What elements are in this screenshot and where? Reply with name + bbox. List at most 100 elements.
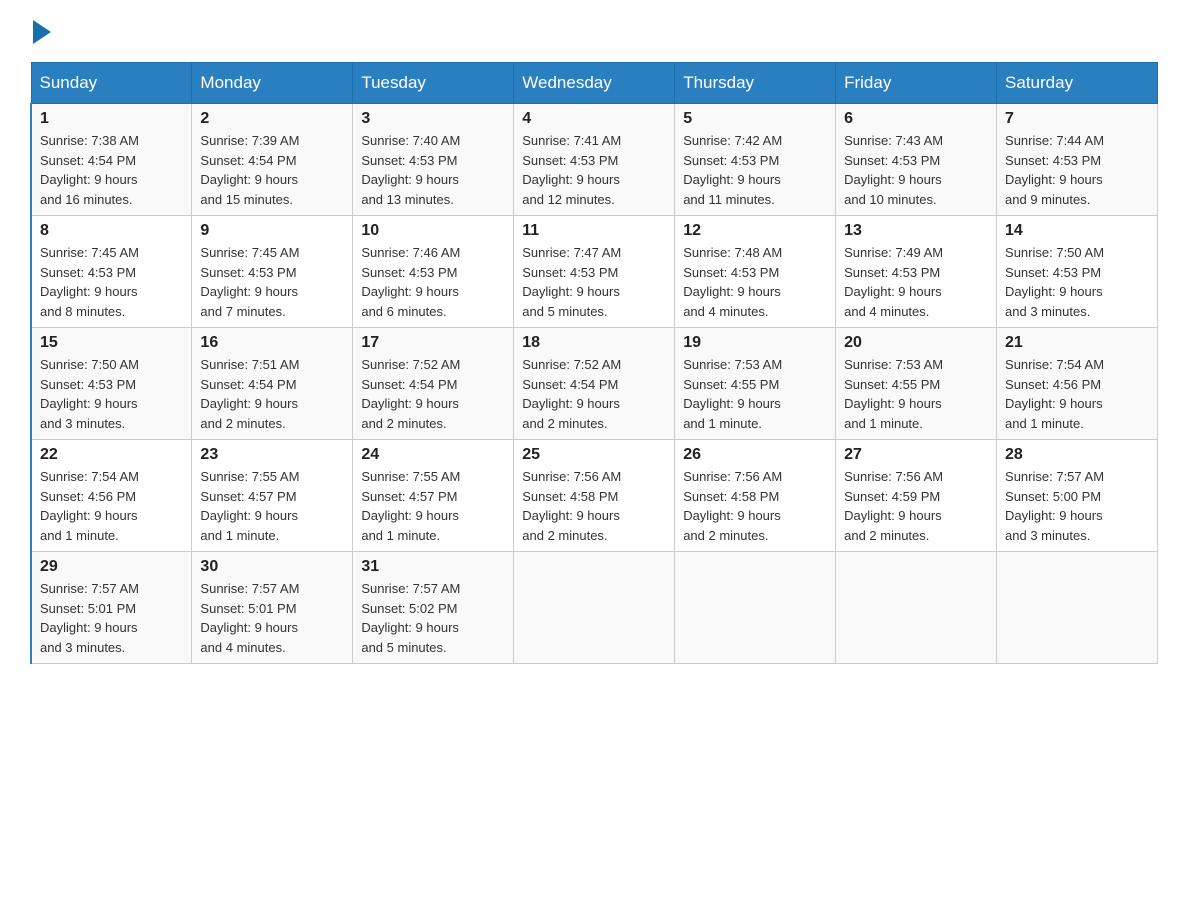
- day-number: 26: [683, 446, 827, 464]
- day-number: 22: [40, 446, 183, 464]
- day-number: 3: [361, 110, 505, 128]
- day-number: 20: [844, 334, 988, 352]
- calendar-cell: 9 Sunrise: 7:45 AM Sunset: 4:53 PM Dayli…: [192, 216, 353, 328]
- day-info: Sunrise: 7:57 AM Sunset: 5:02 PM Dayligh…: [361, 579, 505, 657]
- calendar-cell: 30 Sunrise: 7:57 AM Sunset: 5:01 PM Dayl…: [192, 552, 353, 664]
- weekday-header-thursday: Thursday: [675, 63, 836, 104]
- calendar-cell: 23 Sunrise: 7:55 AM Sunset: 4:57 PM Dayl…: [192, 440, 353, 552]
- calendar-week-row: 8 Sunrise: 7:45 AM Sunset: 4:53 PM Dayli…: [31, 216, 1158, 328]
- calendar-cell: 13 Sunrise: 7:49 AM Sunset: 4:53 PM Dayl…: [836, 216, 997, 328]
- day-number: 4: [522, 110, 666, 128]
- day-info: Sunrise: 7:50 AM Sunset: 4:53 PM Dayligh…: [1005, 243, 1149, 321]
- day-number: 10: [361, 222, 505, 240]
- day-number: 7: [1005, 110, 1149, 128]
- calendar-cell: 28 Sunrise: 7:57 AM Sunset: 5:00 PM Dayl…: [997, 440, 1158, 552]
- calendar-cell: 25 Sunrise: 7:56 AM Sunset: 4:58 PM Dayl…: [514, 440, 675, 552]
- logo-arrow-icon: [33, 20, 51, 44]
- day-number: 2: [200, 110, 344, 128]
- calendar-cell: [514, 552, 675, 664]
- day-info: Sunrise: 7:55 AM Sunset: 4:57 PM Dayligh…: [200, 467, 344, 545]
- day-number: 28: [1005, 446, 1149, 464]
- calendar-cell: 22 Sunrise: 7:54 AM Sunset: 4:56 PM Dayl…: [31, 440, 192, 552]
- day-info: Sunrise: 7:40 AM Sunset: 4:53 PM Dayligh…: [361, 131, 505, 209]
- day-info: Sunrise: 7:57 AM Sunset: 5:01 PM Dayligh…: [200, 579, 344, 657]
- calendar-header: SundayMondayTuesdayWednesdayThursdayFrid…: [31, 63, 1158, 104]
- day-number: 8: [40, 222, 183, 240]
- day-number: 15: [40, 334, 183, 352]
- day-number: 13: [844, 222, 988, 240]
- day-number: 12: [683, 222, 827, 240]
- day-number: 23: [200, 446, 344, 464]
- day-number: 29: [40, 558, 183, 576]
- day-info: Sunrise: 7:53 AM Sunset: 4:55 PM Dayligh…: [683, 355, 827, 433]
- day-number: 11: [522, 222, 666, 240]
- calendar-cell: 18 Sunrise: 7:52 AM Sunset: 4:54 PM Dayl…: [514, 328, 675, 440]
- weekday-header-friday: Friday: [836, 63, 997, 104]
- day-number: 17: [361, 334, 505, 352]
- calendar-cell: 20 Sunrise: 7:53 AM Sunset: 4:55 PM Dayl…: [836, 328, 997, 440]
- day-info: Sunrise: 7:55 AM Sunset: 4:57 PM Dayligh…: [361, 467, 505, 545]
- day-info: Sunrise: 7:42 AM Sunset: 4:53 PM Dayligh…: [683, 131, 827, 209]
- day-info: Sunrise: 7:56 AM Sunset: 4:59 PM Dayligh…: [844, 467, 988, 545]
- day-number: 9: [200, 222, 344, 240]
- day-info: Sunrise: 7:50 AM Sunset: 4:53 PM Dayligh…: [40, 355, 183, 433]
- day-info: Sunrise: 7:39 AM Sunset: 4:54 PM Dayligh…: [200, 131, 344, 209]
- day-info: Sunrise: 7:53 AM Sunset: 4:55 PM Dayligh…: [844, 355, 988, 433]
- day-number: 16: [200, 334, 344, 352]
- day-number: 19: [683, 334, 827, 352]
- day-info: Sunrise: 7:44 AM Sunset: 4:53 PM Dayligh…: [1005, 131, 1149, 209]
- calendar-week-row: 15 Sunrise: 7:50 AM Sunset: 4:53 PM Dayl…: [31, 328, 1158, 440]
- calendar-cell: 6 Sunrise: 7:43 AM Sunset: 4:53 PM Dayli…: [836, 104, 997, 216]
- calendar-week-row: 22 Sunrise: 7:54 AM Sunset: 4:56 PM Dayl…: [31, 440, 1158, 552]
- day-info: Sunrise: 7:57 AM Sunset: 5:01 PM Dayligh…: [40, 579, 183, 657]
- calendar-cell: 16 Sunrise: 7:51 AM Sunset: 4:54 PM Dayl…: [192, 328, 353, 440]
- calendar-cell: 15 Sunrise: 7:50 AM Sunset: 4:53 PM Dayl…: [31, 328, 192, 440]
- calendar-cell: 8 Sunrise: 7:45 AM Sunset: 4:53 PM Dayli…: [31, 216, 192, 328]
- weekday-header-saturday: Saturday: [997, 63, 1158, 104]
- day-number: 14: [1005, 222, 1149, 240]
- day-number: 21: [1005, 334, 1149, 352]
- page-header: [30, 20, 1158, 42]
- calendar-cell: 10 Sunrise: 7:46 AM Sunset: 4:53 PM Dayl…: [353, 216, 514, 328]
- calendar-cell: 12 Sunrise: 7:48 AM Sunset: 4:53 PM Dayl…: [675, 216, 836, 328]
- day-info: Sunrise: 7:46 AM Sunset: 4:53 PM Dayligh…: [361, 243, 505, 321]
- calendar-cell: 24 Sunrise: 7:55 AM Sunset: 4:57 PM Dayl…: [353, 440, 514, 552]
- calendar-cell: 1 Sunrise: 7:38 AM Sunset: 4:54 PM Dayli…: [31, 104, 192, 216]
- calendar-cell: 2 Sunrise: 7:39 AM Sunset: 4:54 PM Dayli…: [192, 104, 353, 216]
- day-number: 30: [200, 558, 344, 576]
- day-info: Sunrise: 7:43 AM Sunset: 4:53 PM Dayligh…: [844, 131, 988, 209]
- day-info: Sunrise: 7:56 AM Sunset: 4:58 PM Dayligh…: [522, 467, 666, 545]
- calendar-cell: 31 Sunrise: 7:57 AM Sunset: 5:02 PM Dayl…: [353, 552, 514, 664]
- calendar-cell: 7 Sunrise: 7:44 AM Sunset: 4:53 PM Dayli…: [997, 104, 1158, 216]
- day-number: 24: [361, 446, 505, 464]
- calendar-cell: 29 Sunrise: 7:57 AM Sunset: 5:01 PM Dayl…: [31, 552, 192, 664]
- day-info: Sunrise: 7:45 AM Sunset: 4:53 PM Dayligh…: [200, 243, 344, 321]
- day-info: Sunrise: 7:54 AM Sunset: 4:56 PM Dayligh…: [40, 467, 183, 545]
- day-number: 27: [844, 446, 988, 464]
- day-info: Sunrise: 7:45 AM Sunset: 4:53 PM Dayligh…: [40, 243, 183, 321]
- day-number: 1: [40, 110, 183, 128]
- calendar-cell: 14 Sunrise: 7:50 AM Sunset: 4:53 PM Dayl…: [997, 216, 1158, 328]
- weekday-header-wednesday: Wednesday: [514, 63, 675, 104]
- day-info: Sunrise: 7:56 AM Sunset: 4:58 PM Dayligh…: [683, 467, 827, 545]
- logo: [30, 20, 51, 42]
- day-info: Sunrise: 7:52 AM Sunset: 4:54 PM Dayligh…: [361, 355, 505, 433]
- day-info: Sunrise: 7:52 AM Sunset: 4:54 PM Dayligh…: [522, 355, 666, 433]
- calendar-cell: 5 Sunrise: 7:42 AM Sunset: 4:53 PM Dayli…: [675, 104, 836, 216]
- day-number: 6: [844, 110, 988, 128]
- calendar-cell: 21 Sunrise: 7:54 AM Sunset: 4:56 PM Dayl…: [997, 328, 1158, 440]
- calendar-cell: [836, 552, 997, 664]
- day-number: 5: [683, 110, 827, 128]
- day-number: 18: [522, 334, 666, 352]
- day-info: Sunrise: 7:47 AM Sunset: 4:53 PM Dayligh…: [522, 243, 666, 321]
- day-info: Sunrise: 7:38 AM Sunset: 4:54 PM Dayligh…: [40, 131, 183, 209]
- calendar-table: SundayMondayTuesdayWednesdayThursdayFrid…: [30, 62, 1158, 664]
- calendar-cell: [675, 552, 836, 664]
- calendar-cell: 27 Sunrise: 7:56 AM Sunset: 4:59 PM Dayl…: [836, 440, 997, 552]
- calendar-week-row: 1 Sunrise: 7:38 AM Sunset: 4:54 PM Dayli…: [31, 104, 1158, 216]
- calendar-cell: 26 Sunrise: 7:56 AM Sunset: 4:58 PM Dayl…: [675, 440, 836, 552]
- calendar-week-row: 29 Sunrise: 7:57 AM Sunset: 5:01 PM Dayl…: [31, 552, 1158, 664]
- day-number: 31: [361, 558, 505, 576]
- weekday-header-monday: Monday: [192, 63, 353, 104]
- calendar-cell: 3 Sunrise: 7:40 AM Sunset: 4:53 PM Dayli…: [353, 104, 514, 216]
